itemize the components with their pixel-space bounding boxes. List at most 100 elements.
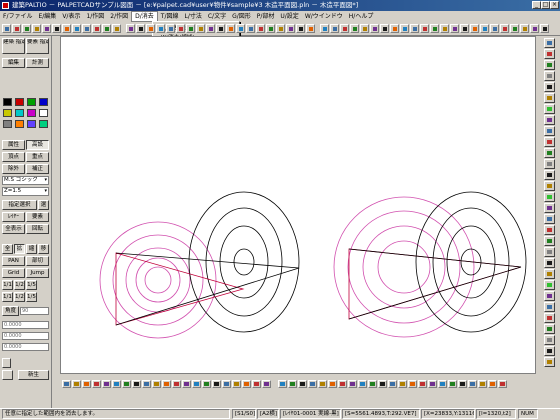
right-tool-icon[interactable]	[544, 137, 555, 147]
toolbar-tool-icon[interactable]	[540, 24, 549, 33]
measure-mode-button[interactable]: 計測	[26, 58, 49, 68]
color-swatch[interactable]	[15, 120, 24, 128]
toolbar-tool-icon[interactable]	[136, 24, 145, 33]
coord-input-1[interactable]: 0.0000	[2, 321, 49, 329]
color-swatch[interactable]	[39, 109, 48, 117]
bottom-tool-icon[interactable]	[328, 380, 337, 388]
right-tool-icon[interactable]	[544, 104, 555, 114]
bottom-tool-icon[interactable]	[232, 380, 241, 388]
bottom-tool-icon[interactable]	[62, 380, 71, 388]
toolbar-tool-icon[interactable]	[166, 24, 175, 33]
toolbar-tool-icon[interactable]	[276, 24, 285, 33]
layer-button[interactable]: ﾚｲﾔｰ	[2, 212, 25, 222]
bottom-tool-icon[interactable]	[408, 380, 417, 388]
coord-input-3[interactable]: 0.0000	[2, 343, 49, 351]
toolbar-tool-icon[interactable]	[510, 24, 519, 33]
partial-cut-button[interactable]: 部切	[26, 256, 49, 266]
toolbar-tool-icon[interactable]	[530, 24, 539, 33]
right-tool-icon[interactable]	[544, 38, 555, 48]
toolbar-tool-icon[interactable]	[420, 24, 429, 33]
minimize-button[interactable]: _	[532, 1, 541, 9]
view-zoom-in-tab[interactable]: 拡	[14, 244, 25, 254]
color-swatch[interactable]	[27, 109, 36, 117]
toolbar-tool-icon[interactable]	[2, 24, 11, 33]
toolbar-tool-icon[interactable]	[72, 24, 81, 33]
toolbar-tool-icon[interactable]	[12, 24, 21, 33]
right-tool-icon[interactable]	[544, 357, 555, 367]
bottom-tool-icon[interactable]	[388, 380, 397, 388]
menu-item[interactable]: 2/作図	[107, 11, 131, 22]
toolbar-tool-icon[interactable]	[470, 24, 479, 33]
toolbar-tool-icon[interactable]	[500, 24, 509, 33]
toolbar-tool-icon[interactable]	[156, 24, 165, 33]
bottom-tool-icon[interactable]	[242, 380, 251, 388]
toolbar-tool-icon[interactable]	[206, 24, 215, 33]
right-tool-icon[interactable]	[544, 60, 555, 70]
weight-point-button[interactable]: 重点	[26, 152, 49, 162]
bottom-tool-icon[interactable]	[308, 380, 317, 388]
bottom-tool-icon[interactable]	[288, 380, 297, 388]
element-select-button[interactable]: 要素 指定	[26, 38, 49, 54]
height-setting-button[interactable]: 高設	[26, 140, 49, 150]
bottom-tool-icon[interactable]	[162, 380, 171, 388]
toolbar-tool-icon[interactable]	[350, 24, 359, 33]
bottom-tool-icon[interactable]	[142, 380, 151, 388]
toolbar-tool-icon[interactable]	[126, 24, 135, 33]
toolbar-tool-icon[interactable]	[340, 24, 349, 33]
bottom-tool-icon[interactable]	[398, 380, 407, 388]
close-button[interactable]: ×	[550, 1, 559, 9]
toolbar-tool-icon[interactable]	[196, 24, 205, 33]
bottom-tool-icon[interactable]	[222, 380, 231, 388]
bottom-tool-icon[interactable]	[368, 380, 377, 388]
right-tool-icon[interactable]	[544, 93, 555, 103]
right-tool-icon[interactable]	[544, 181, 555, 191]
right-tool-icon[interactable]	[544, 258, 555, 268]
size-select[interactable]: Z=1.5	[2, 187, 49, 196]
toolbar-tool-icon[interactable]	[400, 24, 409, 33]
toolbar-tool-icon[interactable]	[286, 24, 295, 33]
toolbar-tool-icon[interactable]	[460, 24, 469, 33]
right-tool-icon[interactable]	[544, 148, 555, 158]
bottom-tool-icon[interactable]	[318, 380, 327, 388]
bottom-tool-icon[interactable]	[152, 380, 161, 388]
bottom-tool-icon[interactable]	[448, 380, 457, 388]
bottom-tool-icon[interactable]	[468, 380, 477, 388]
toolbar-tool-icon[interactable]	[82, 24, 91, 33]
bottom-tool-icon[interactable]	[172, 380, 181, 388]
vertex-button[interactable]: 頂点	[2, 152, 25, 162]
drawing-canvas[interactable]	[60, 36, 536, 374]
bottom-tool-icon[interactable]	[428, 380, 437, 388]
toolbar-tool-icon[interactable]	[520, 24, 529, 33]
scale-1-1-button[interactable]: 1/1	[2, 280, 13, 290]
font-select[interactable]: M.S ゴシック	[2, 176, 49, 185]
bottom-tool-icon[interactable]	[438, 380, 447, 388]
bottom-tool-icon[interactable]	[458, 380, 467, 388]
correct-button[interactable]: 補正	[26, 164, 49, 174]
color-swatch[interactable]	[3, 98, 12, 106]
bottom-tool-icon[interactable]	[182, 380, 191, 388]
bottom-tool-icon[interactable]	[192, 380, 201, 388]
right-tool-icon[interactable]	[544, 313, 555, 323]
color-swatch[interactable]	[27, 98, 36, 106]
color-swatch[interactable]	[3, 120, 12, 128]
right-tool-icon[interactable]	[544, 335, 555, 345]
toolbar-tool-icon[interactable]	[186, 24, 195, 33]
toolbar-tool-icon[interactable]	[52, 24, 61, 33]
toolbar-tool-icon[interactable]	[370, 24, 379, 33]
bottom-tool-icon[interactable]	[262, 380, 271, 388]
menu-item[interactable]: W/ウインドウ	[302, 11, 346, 22]
color-swatch[interactable]	[15, 109, 24, 117]
view-zoom-out-tab[interactable]: 縮	[26, 244, 37, 254]
toolbar-tool-icon[interactable]	[112, 24, 121, 33]
bottom-tool-icon[interactable]	[92, 380, 101, 388]
menu-item[interactable]: U/設定	[277, 11, 301, 22]
color-swatch[interactable]	[15, 98, 24, 106]
bottom-tool-icon[interactable]	[72, 380, 81, 388]
toolbar-tool-icon[interactable]	[330, 24, 339, 33]
scale-1-10-button[interactable]: 1/10	[2, 292, 13, 302]
right-tool-icon[interactable]	[544, 324, 555, 334]
bottom-tool-icon[interactable]	[358, 380, 367, 388]
right-tool-icon[interactable]	[544, 82, 555, 92]
right-tool-icon[interactable]	[544, 236, 555, 246]
right-tool-icon[interactable]	[544, 302, 555, 312]
